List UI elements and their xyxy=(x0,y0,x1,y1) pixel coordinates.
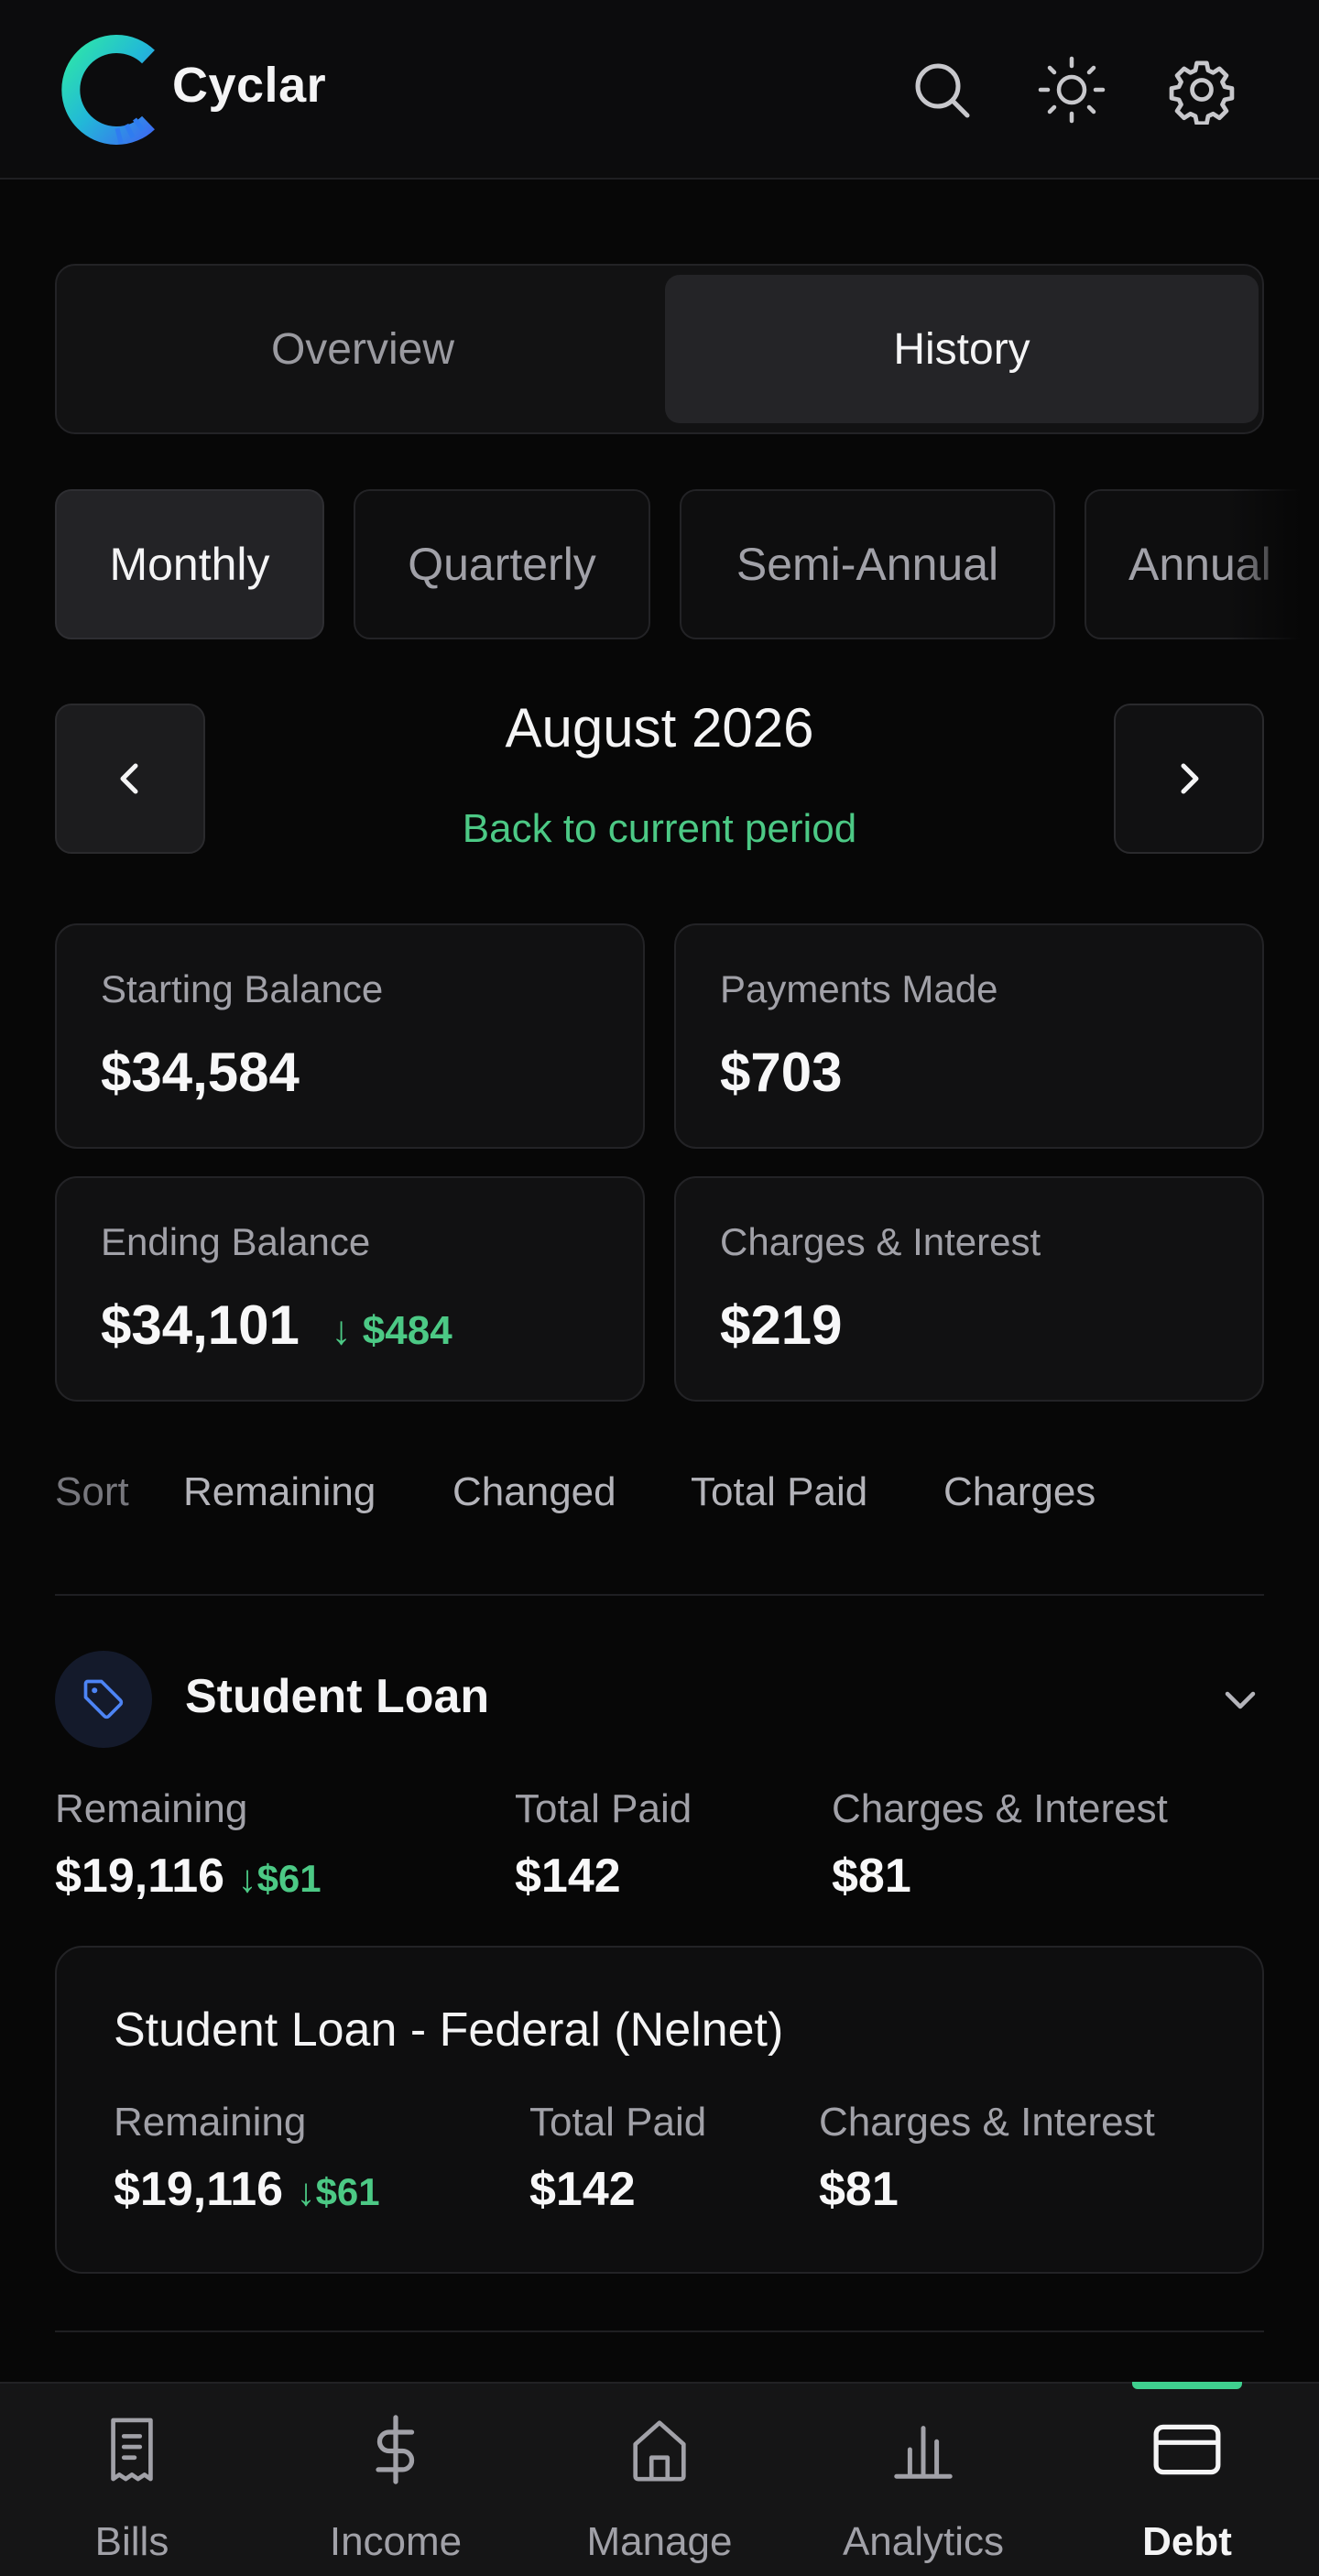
card-value-row: $34,101 ↓ $484 xyxy=(101,1293,452,1357)
period-chip-quarterly[interactable]: Quarterly xyxy=(354,489,650,639)
brand-name: Cyclar xyxy=(172,58,327,113)
account-remaining-value: $19,116 xyxy=(114,2163,284,2216)
card-value: $703 xyxy=(720,1042,843,1103)
search-button[interactable] xyxy=(905,53,978,126)
chevron-down-icon[interactable] xyxy=(1220,1680,1260,1720)
period-chip-monthly[interactable]: Monthly xyxy=(55,489,324,639)
card-label: Charges & Interest xyxy=(720,1220,1041,1263)
balance-change-value: $484 xyxy=(362,1308,452,1353)
starting-balance-card: Starting Balance $34,584 xyxy=(55,923,645,1149)
nav-tab-label: Debt xyxy=(1142,2519,1232,2564)
tag-icon xyxy=(83,1679,124,1719)
ending-balance-card: Ending Balance $34,101 ↓ $484 xyxy=(55,1176,645,1402)
search-icon xyxy=(915,63,970,118)
view-toggle: Overview History xyxy=(55,264,1264,434)
account-remaining-change-value: $61 xyxy=(315,2170,380,2213)
nav-tab-label: Income xyxy=(329,2519,463,2564)
group-total-paid-label: Total Paid xyxy=(515,1786,692,1831)
group-remaining-change: ↓$61 xyxy=(238,1857,322,1900)
arrow-down-icon: ↓ xyxy=(296,2170,316,2213)
bottom-navigation: Bills Income Manage Analytics Debt xyxy=(0,2382,1319,2576)
account-remaining-change: ↓$61 xyxy=(297,2170,380,2213)
section-divider xyxy=(55,1594,1264,1596)
app-root: Cyclar Overview History Monthly Quarterl… xyxy=(0,0,1319,2576)
account-remaining: $19,116 ↓$61 xyxy=(114,2162,380,2217)
group-charges-value: $81 xyxy=(832,1850,911,1903)
nav-tab-label: Bills xyxy=(94,2519,169,2564)
group-remaining-change-value: $61 xyxy=(256,1857,322,1900)
period-chip-semi-annual[interactable]: Semi-Annual xyxy=(680,489,1055,639)
group-total-paid-value: $142 xyxy=(515,1850,621,1903)
card-value: $34,584 xyxy=(101,1042,300,1103)
card-value: $34,101 xyxy=(101,1294,300,1356)
nav-tab-analytics[interactable]: Analytics xyxy=(791,2384,1055,2576)
account-name: Student Loan - Federal (Nelnet) xyxy=(114,2003,784,2057)
nav-tab-income[interactable]: Income xyxy=(264,2384,528,2576)
theme-toggle-button[interactable] xyxy=(1035,53,1108,126)
group-remaining: $19,116 ↓$61 xyxy=(55,1849,322,1904)
nav-tab-bills[interactable]: Bills xyxy=(0,2384,264,2576)
sort-option-remaining[interactable]: Remaining xyxy=(183,1469,376,1515)
account-charges-label: Charges & Interest xyxy=(819,2100,1155,2145)
credit-card-icon xyxy=(1153,2424,1221,2475)
tab-history[interactable]: History xyxy=(665,275,1259,423)
payments-made-card: Payments Made $703 xyxy=(674,923,1264,1149)
debt-group-title[interactable]: Student Loan xyxy=(185,1669,489,1724)
top-header: Cyclar xyxy=(0,0,1319,180)
home-icon xyxy=(633,2420,686,2482)
back-link-text[interactable]: Back to current period xyxy=(463,806,856,851)
sun-icon xyxy=(1038,56,1106,124)
nav-tab-label: Manage xyxy=(586,2519,733,2564)
card-label: Payments Made xyxy=(720,967,998,1010)
nav-tab-manage[interactable]: Manage xyxy=(528,2384,791,2576)
arrow-down-icon: ↓ xyxy=(331,1308,352,1353)
sort-option-charges[interactable]: Charges xyxy=(943,1469,1096,1515)
group-remaining-value: $19,116 xyxy=(55,1850,225,1903)
account-total-paid-value: $142 xyxy=(529,2163,636,2216)
settings-button[interactable] xyxy=(1165,53,1238,126)
receipt-icon xyxy=(111,2418,153,2482)
debt-account-card[interactable]: Student Loan - Federal (Nelnet) Remainin… xyxy=(55,1946,1264,2274)
chevron-right-icon xyxy=(1181,763,1199,794)
cyclar-logo-icon xyxy=(61,35,155,145)
active-tab-indicator xyxy=(1132,2382,1242,2389)
charges-interest-card: Charges & Interest $219 xyxy=(674,1176,1264,1402)
section-divider xyxy=(55,2330,1264,2332)
card-label: Starting Balance xyxy=(101,967,384,1010)
sort-option-total-paid[interactable]: Total Paid xyxy=(691,1469,867,1515)
tab-overview[interactable]: Overview xyxy=(66,275,660,423)
chip-scroll-fade xyxy=(1227,489,1319,639)
arrow-down-icon: ↓ xyxy=(237,1857,257,1900)
nav-tab-debt[interactable]: Debt xyxy=(1055,2384,1319,2576)
sort-option-changed[interactable]: Changed xyxy=(452,1469,616,1515)
balance-change: ↓ $484 xyxy=(332,1308,452,1353)
gear-icon xyxy=(1169,60,1235,125)
category-badge xyxy=(55,1651,152,1748)
group-remaining-label: Remaining xyxy=(55,1786,248,1831)
card-value: $219 xyxy=(720,1294,843,1356)
account-total-paid-label: Total Paid xyxy=(529,2100,707,2145)
group-charges-label: Charges & Interest xyxy=(832,1786,1168,1831)
next-period-button[interactable] xyxy=(1114,704,1264,854)
card-label: Ending Balance xyxy=(101,1220,371,1263)
sort-label: Sort xyxy=(55,1469,129,1514)
account-charges-value: $81 xyxy=(819,2163,899,2216)
bar-chart-icon xyxy=(894,2426,953,2479)
nav-tab-label: Analytics xyxy=(842,2519,1005,2564)
chevron-left-icon xyxy=(120,763,138,794)
account-remaining-label: Remaining xyxy=(114,2100,307,2145)
dollar-icon xyxy=(376,2415,415,2484)
